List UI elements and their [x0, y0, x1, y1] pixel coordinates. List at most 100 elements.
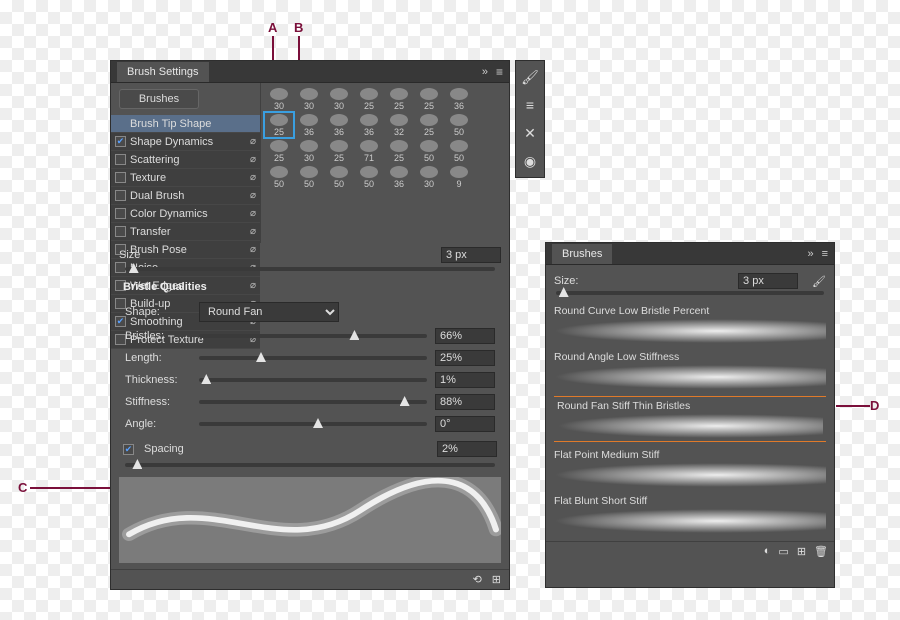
slider-value-field[interactable]: 66%: [435, 328, 495, 344]
brushes-size-field[interactable]: 3 px: [738, 273, 798, 289]
brush-list-item[interactable]: Round Angle Low Stiffness: [554, 351, 826, 389]
new-preset-icon[interactable]: ⊞: [492, 573, 501, 586]
brush-list-item[interactable]: Round Curve Low Bristle Percent: [554, 305, 826, 343]
spacing-slider[interactable]: [125, 463, 495, 467]
slider-track[interactable]: [199, 334, 427, 338]
brush-preset[interactable]: 25: [415, 87, 443, 111]
brush-preset[interactable]: 36: [355, 113, 383, 137]
spacing-value-field[interactable]: 2%: [437, 441, 497, 457]
slider-thumb[interactable]: [313, 418, 323, 428]
option-shape-dynamics[interactable]: Shape Dynamics⌀: [111, 133, 260, 151]
slider-track[interactable]: [199, 400, 427, 404]
preview-toggle-icon[interactable]: ⟲: [473, 573, 482, 586]
brush-panel-icon[interactable]: 🖌: [520, 67, 540, 87]
lock-icon[interactable]: ⌀: [250, 136, 256, 147]
panel-footer-icons: ⟲ ⊞: [111, 569, 509, 589]
lock-icon[interactable]: ⌀: [250, 226, 256, 237]
brush-preset[interactable]: 50: [445, 139, 473, 163]
slider-track[interactable]: [199, 378, 427, 382]
brush-preset[interactable]: 25: [265, 139, 293, 163]
option-checkbox[interactable]: [115, 208, 126, 219]
panel-menu-icon[interactable]: ≡: [822, 248, 828, 260]
brush-preset[interactable]: 25: [265, 113, 293, 137]
brushes-size-slider[interactable]: [556, 291, 824, 295]
live-preview-icon[interactable]: ◐: [764, 545, 771, 558]
lock-icon[interactable]: ⌀: [250, 172, 256, 183]
option-scattering[interactable]: Scattering⌀: [111, 151, 260, 169]
option-transfer[interactable]: Transfer⌀: [111, 223, 260, 241]
brush-preset[interactable]: 71: [355, 139, 383, 163]
spacing-checkbox[interactable]: [123, 444, 134, 455]
paragraph-panel-icon[interactable]: ≡: [520, 95, 540, 115]
brush-preset[interactable]: 50: [295, 165, 323, 189]
brush-preset[interactable]: 9: [445, 165, 473, 189]
brush-stroke-list[interactable]: Round Curve Low Bristle Percent Round Ang…: [554, 305, 826, 535]
brush-preset[interactable]: 25: [385, 139, 413, 163]
brush-list-item[interactable]: Flat Blunt Short Stiff: [554, 495, 826, 533]
slider-value-field[interactable]: 88%: [435, 394, 495, 410]
option-checkbox[interactable]: [115, 154, 126, 165]
lock-icon[interactable]: ⌀: [250, 154, 256, 165]
brush-preset[interactable]: 36: [445, 87, 473, 111]
option-color-dynamics[interactable]: Color Dynamics⌀: [111, 205, 260, 223]
slider-thumb[interactable]: [400, 396, 410, 406]
brushes-button[interactable]: Brushes: [119, 89, 199, 109]
slider-thumb[interactable]: [256, 352, 266, 362]
option-dual-brush[interactable]: Dual Brush⌀: [111, 187, 260, 205]
brush-preset[interactable]: 30: [265, 87, 293, 111]
new-group-icon[interactable]: ▭: [778, 545, 788, 558]
brush-presets-grid[interactable]: 3030302525253625363636322550253025712550…: [265, 87, 505, 189]
slider-track[interactable]: [199, 422, 427, 426]
collapse-icon[interactable]: »: [482, 66, 488, 78]
brush-preset[interactable]: 25: [355, 87, 383, 111]
brush-preset[interactable]: 50: [265, 165, 293, 189]
brush-preset[interactable]: 25: [325, 139, 353, 163]
brush-preset[interactable]: 36: [325, 113, 353, 137]
brush-preset-icon: [450, 88, 468, 100]
slider-value-field[interactable]: 1%: [435, 372, 495, 388]
toggle-brush-preview-icon[interactable]: 🖌: [812, 275, 826, 288]
brush-preset[interactable]: 30: [325, 87, 353, 111]
slider-value-field[interactable]: 0°: [435, 416, 495, 432]
brush-preset[interactable]: 32: [385, 113, 413, 137]
option-texture[interactable]: Texture⌀: [111, 169, 260, 187]
slider-thumb[interactable]: [349, 330, 359, 340]
brush-preset[interactable]: 36: [385, 165, 413, 189]
option-checkbox[interactable]: [115, 136, 126, 147]
brush-preset[interactable]: 30: [295, 87, 323, 111]
slider-track[interactable]: [199, 356, 427, 360]
brush-list-item[interactable]: Round Fan Stiff Thin Bristles: [554, 397, 826, 441]
brush-preset[interactable]: 36: [295, 113, 323, 137]
option-brush-tip-shape[interactable]: Brush Tip Shape: [111, 115, 260, 133]
option-checkbox[interactable]: [115, 118, 126, 129]
brush-preset[interactable]: 50: [445, 113, 473, 137]
slider-value-field[interactable]: 25%: [435, 350, 495, 366]
brush-preset[interactable]: 50: [325, 165, 353, 189]
lock-icon[interactable]: ⌀: [250, 190, 256, 201]
cloud-libraries-icon[interactable]: ◉: [520, 151, 540, 171]
brush-preset[interactable]: 30: [295, 139, 323, 163]
size-slider[interactable]: [125, 267, 495, 271]
size-value-field[interactable]: 3 px: [441, 247, 501, 263]
brush-preset[interactable]: 30: [415, 165, 443, 189]
new-brush-icon[interactable]: ⊞: [797, 545, 806, 558]
brush-preset[interactable]: 50: [355, 165, 383, 189]
lock-icon[interactable]: ⌀: [250, 208, 256, 219]
shape-select[interactable]: Round Fan: [199, 302, 339, 322]
brush-preset[interactable]: 25: [415, 113, 443, 137]
brush-preset[interactable]: 50: [415, 139, 443, 163]
collapse-icon[interactable]: »: [807, 248, 813, 260]
brush-preset[interactable]: 25: [385, 87, 413, 111]
option-checkbox[interactable]: [115, 190, 126, 201]
delete-icon[interactable]: 🗑: [814, 545, 828, 558]
option-checkbox[interactable]: [115, 226, 126, 237]
brush-preset-icon: [330, 140, 348, 152]
panel-title-tab[interactable]: Brush Settings: [117, 62, 209, 82]
panel-menu-icon[interactable]: ≡: [496, 65, 503, 79]
brush-list-item[interactable]: Flat Point Medium Stiff: [554, 449, 826, 487]
crossed-tools-icon[interactable]: ✕: [520, 123, 540, 143]
option-checkbox[interactable]: [115, 172, 126, 183]
brushes-panel-title[interactable]: Brushes: [552, 244, 612, 264]
slider-thumb[interactable]: [201, 374, 211, 384]
brush-preset-icon: [360, 88, 378, 100]
